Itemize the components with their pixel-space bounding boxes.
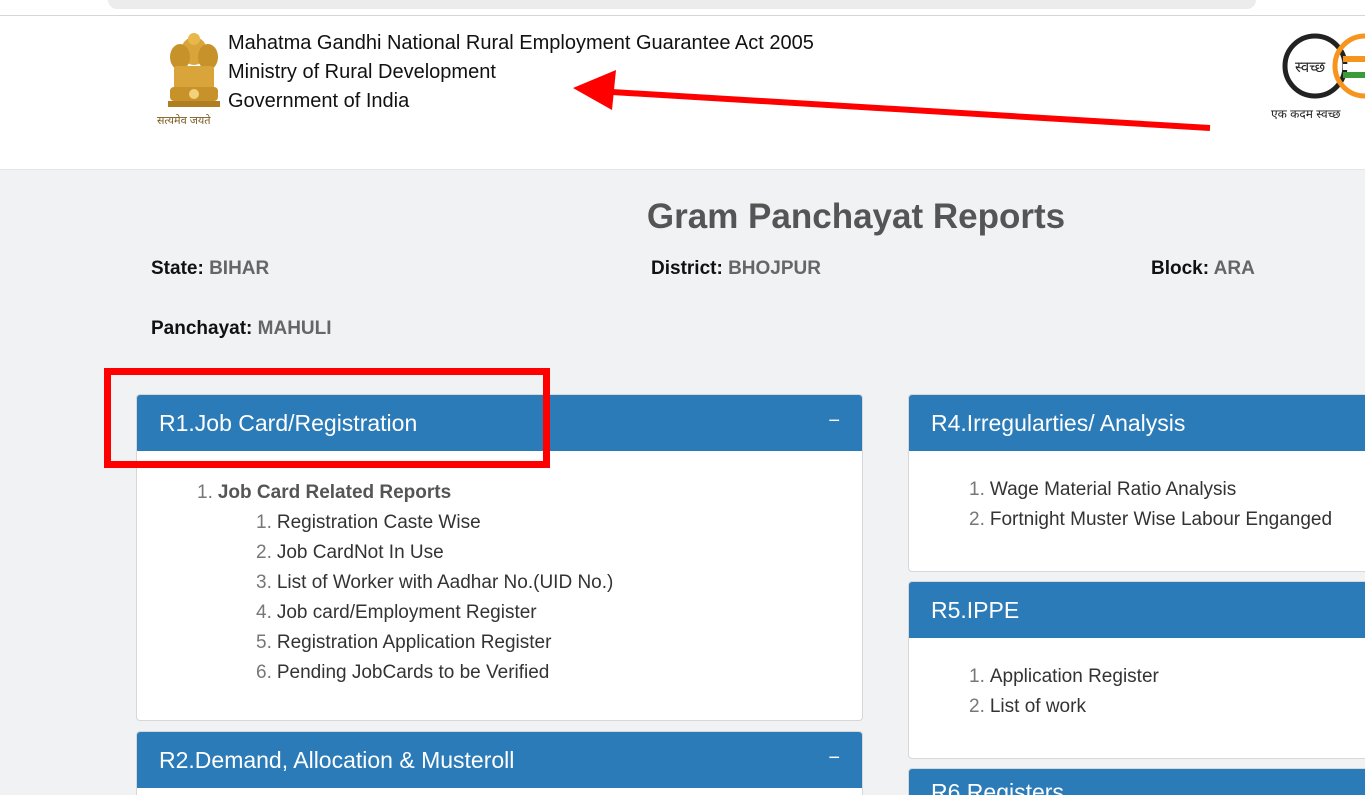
report-link[interactable]: Job CardNot In Use <box>277 542 444 563</box>
panel-r4-report-list: 1. Wage Material Ratio Analysis 2. Fortnig… <box>909 451 1365 535</box>
report-link[interactable]: Pending JobCards to be Verified <box>277 662 550 683</box>
list-item[interactable]: 1. Wage Material Ratio Analysis <box>969 475 1365 505</box>
category-job-card-related-reports: Job Card Related Reports <box>217 482 452 503</box>
org-government: Government of India <box>228 90 410 112</box>
org-act-name: Mahatma Gandhi National Rural Employment… <box>228 32 814 54</box>
site-header: सत्यमेव जयते Mahatma Gandhi National Rur… <box>0 17 1365 170</box>
swachh-tagline: एक कदम स्वच्छ <box>1271 107 1341 121</box>
item-number: 5. <box>256 632 272 653</box>
item-number: 2. <box>256 542 272 563</box>
report-link[interactable]: Wage Material Ratio Analysis <box>990 479 1236 500</box>
panel-r4-irregularities: R4.Irregularties/ Analysis 1. Wage Materi… <box>908 394 1365 572</box>
district-value: BHOJPUR <box>728 258 821 279</box>
state-label: State: <box>151 258 204 279</box>
panel-r4-title: R4.Irregularties/ Analysis <box>931 410 1186 436</box>
district-label: District: <box>651 258 723 279</box>
panel-r2-title: R2.Demand, Allocation & Musteroll <box>159 747 515 773</box>
category-number: 1. <box>197 482 213 503</box>
item-number: 1. <box>969 666 985 687</box>
state-info: State: BIHAR <box>151 258 269 280</box>
item-number: 2. <box>969 509 985 530</box>
panel-r2-header[interactable]: R2.Demand, Allocation & Musteroll − <box>137 732 862 788</box>
list-item[interactable]: 3. List of Worker with Aadhar No.(UID No.… <box>256 568 862 598</box>
panel-r6-header[interactable]: R6.Registers <box>909 769 1365 795</box>
report-link[interactable]: Job card/Employment Register <box>277 602 537 623</box>
report-link[interactable]: List of work <box>990 696 1086 717</box>
panel-r5-header[interactable]: R5.IPPE <box>909 582 1365 638</box>
panel-r1-report-list: 1. Registration Caste Wise 2. Job CardNot … <box>197 508 862 688</box>
top-strip <box>0 0 1365 17</box>
swachh-logo-text: स्वच्छ <box>1295 58 1326 76</box>
list-item[interactable]: 5. Registration Application Register <box>256 628 862 658</box>
item-number: 1. <box>256 512 272 533</box>
item-number: 6. <box>256 662 272 683</box>
panel-r6-registers: R6.Registers <box>908 768 1365 795</box>
top-strip-divider <box>0 15 1365 16</box>
report-link[interactable]: Registration Application Register <box>277 632 552 653</box>
list-item[interactable]: 4. Job card/Employment Register <box>256 598 862 628</box>
report-link[interactable]: Application Register <box>990 666 1159 687</box>
panel-r5-ippe: R5.IPPE 1. Application Register 2. List of… <box>908 581 1365 759</box>
state-value: BIHAR <box>209 258 270 279</box>
item-number: 3. <box>256 572 272 593</box>
top-strip-bar <box>108 0 1256 9</box>
item-number: 1. <box>969 479 985 500</box>
panel-r1-category-list: 1. Job Card Related Reports 1. Registratio… <box>137 451 862 688</box>
block-label: Block: <box>1151 258 1210 279</box>
block-value: ARA <box>1213 258 1255 279</box>
item-number: 4. <box>256 602 272 623</box>
org-ministry: Ministry of Rural Development <box>228 61 496 83</box>
panel-r6-title: R6.Registers <box>931 779 1064 795</box>
report-link[interactable]: Fortnight Muster Wise Labour Enganged <box>990 509 1332 530</box>
list-item[interactable]: 1. Application Register <box>969 662 1365 692</box>
panchayat-info: Panchayat: MAHULI <box>151 318 332 340</box>
district-info: District: BHOJPUR <box>651 258 821 280</box>
list-item[interactable]: 1. Registration Caste Wise <box>256 508 862 538</box>
annotation-highlight-box <box>104 368 550 468</box>
panel-r1-collapse-button[interactable]: − <box>828 395 840 447</box>
swachh-bharat-logo-icon: स्वच्छ <box>1282 33 1365 99</box>
panel-r2-collapse-button[interactable]: − <box>828 732 840 784</box>
list-item: 1. Job Card Related Reports 1. Registratio… <box>197 478 862 688</box>
list-item[interactable]: 2. List of work <box>969 692 1365 722</box>
page-title: Gram Panchayat Reports <box>646 197 1066 236</box>
report-link[interactable]: Registration Caste Wise <box>277 512 481 533</box>
panel-r5-report-list: 1. Application Register 2. List of work <box>909 638 1365 722</box>
org-title-block: Mahatma Gandhi National Rural Employment… <box>228 29 814 116</box>
list-item[interactable]: 2. Job CardNot In Use <box>256 538 862 568</box>
panel-r2-demand: R2.Demand, Allocation & Musteroll − <box>136 731 863 795</box>
emblem-motto: सत्यमेव जयते <box>157 115 211 127</box>
block-info: Block: ARA <box>1151 258 1255 280</box>
panchayat-label: Panchayat: <box>151 318 253 339</box>
list-item[interactable]: 6. Pending JobCards to be Verified <box>256 658 862 688</box>
list-item[interactable]: 2. Fortnight Muster Wise Labour Enganged <box>969 505 1365 535</box>
panel-r4-header[interactable]: R4.Irregularties/ Analysis <box>909 395 1365 451</box>
item-number: 2. <box>969 696 985 717</box>
panchayat-value: MAHULI <box>257 318 332 339</box>
panel-r5-title: R5.IPPE <box>931 597 1020 623</box>
report-link[interactable]: List of Worker with Aadhar No.(UID No.) <box>277 572 613 593</box>
